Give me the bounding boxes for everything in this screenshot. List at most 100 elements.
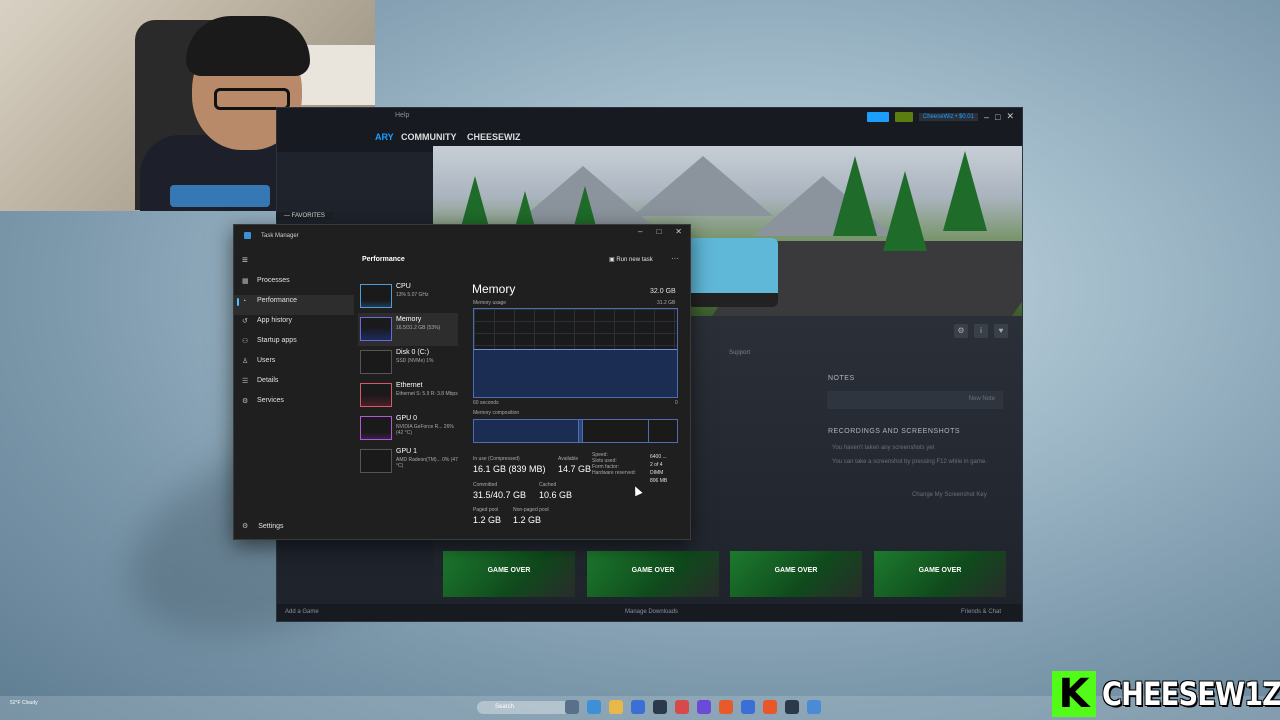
app-icon[interactable] xyxy=(763,700,777,714)
stat-value: 31.5/40.7 GB xyxy=(473,490,527,500)
steam-broadcast-button[interactable] xyxy=(866,111,889,122)
nav-item-app-history[interactable]: ↺ App history xyxy=(234,315,354,335)
hero-tree xyxy=(833,156,877,236)
new-note-button[interactable]: New Note xyxy=(969,396,995,402)
nav-item-label: Processes xyxy=(257,277,290,284)
steam-minimize-icon[interactable]: – xyxy=(984,112,989,122)
resource-thumbnail xyxy=(360,416,392,440)
app-icon[interactable] xyxy=(675,700,689,714)
stat-label: Paged pool xyxy=(473,507,499,513)
weather-widget[interactable]: 52°F Cloudy xyxy=(10,700,38,706)
resource-detail: SSD (NVMe) 1% xyxy=(396,358,434,364)
window-controls: – □ ✕ xyxy=(638,227,682,236)
store-icon[interactable] xyxy=(631,700,645,714)
favorites-label: — FAVORITES xyxy=(276,212,333,220)
stat-paged-pool: Paged pool 1.2 GB xyxy=(473,507,501,525)
resource-memory[interactable]: Memory 16.5/31.2 GB (53%) xyxy=(358,313,458,346)
memory-composition-bar xyxy=(473,419,678,443)
resource-thumbnail xyxy=(360,350,392,374)
nav-item-label: Startup apps xyxy=(257,337,297,344)
file-explorer-icon[interactable] xyxy=(609,700,623,714)
nav-item-performance[interactable]: ◔ Performance xyxy=(234,295,354,315)
taskbar-apps xyxy=(565,700,821,714)
stat-value: 1.2 GB xyxy=(513,515,542,525)
screenshot-caption: GAME OVER xyxy=(487,567,531,574)
steam-menu-help[interactable]: Help xyxy=(395,112,409,119)
details-icon: ☰ xyxy=(242,378,249,385)
task-manager-window: Task Manager – □ ✕ ≡ ▦ Processes ◔ Performa… xyxy=(233,224,691,540)
discord-icon[interactable] xyxy=(697,700,711,714)
screenshot-thumb[interactable]: GAME OVER xyxy=(443,551,575,597)
resource-disk-0-c-[interactable]: Disk 0 (C:) SSD (NVMe) 1% xyxy=(358,346,458,379)
memory-usage-label: Memory usage xyxy=(473,300,507,306)
resource-name: GPU 1 xyxy=(396,448,418,455)
screenshot-caption: GAME OVER xyxy=(631,567,675,574)
close-icon[interactable]: ✕ xyxy=(675,227,682,236)
resource-thumbnail xyxy=(360,449,392,473)
resource-ethernet[interactable]: Ethernet Ethernet S: 5.9 R: 3.8 Mbps xyxy=(358,379,458,412)
nav-item-startup-apps[interactable]: ⚇ Startup apps xyxy=(234,335,354,355)
steam-nav-library[interactable]: ARY xyxy=(375,132,394,142)
resource-detail: AMD Radeon(TM)... 0% (47 °C) xyxy=(396,457,458,469)
run-new-task-button[interactable]: ▣ Run new task xyxy=(609,256,653,263)
brave-icon[interactable] xyxy=(719,700,733,714)
steam-icon[interactable] xyxy=(785,700,799,714)
info-icon[interactable]: i xyxy=(974,324,988,338)
minimize-icon[interactable]: – xyxy=(638,227,642,236)
steam-taskbar-icon[interactable] xyxy=(653,700,667,714)
heart-icon[interactable]: ♥ xyxy=(994,324,1008,338)
task-view-icon[interactable] xyxy=(565,700,579,714)
steam-close-icon[interactable]: ✕ xyxy=(1006,111,1014,122)
stat-available: Available 14.7 GB xyxy=(558,456,591,474)
form-factor-value: DIMM xyxy=(650,470,664,476)
task-manager-taskbar-icon[interactable] xyxy=(807,700,821,714)
steam-notifications-button[interactable] xyxy=(894,111,913,122)
taskbar-search[interactable]: Search xyxy=(477,701,575,714)
friends-chat-button[interactable]: Friends & Chat xyxy=(961,609,1001,615)
stat-value: 16.1 GB (839 MB) xyxy=(473,464,546,474)
edge-icon[interactable] xyxy=(587,700,601,714)
gear-icon[interactable]: ⚙ xyxy=(954,324,968,338)
resource-cpu[interactable]: CPU 13% 5.07 GHz xyxy=(358,280,458,313)
steam-support-tab[interactable]: Support xyxy=(729,350,750,356)
nav-item-details[interactable]: ☰ Details xyxy=(234,375,354,395)
settings-label: Settings xyxy=(258,523,284,530)
resource-gpu-0[interactable]: GPU 0 NVIDIA GeForce R... 26% (42 °C) xyxy=(358,412,458,445)
screenshot-strip: GAME OVER GAME OVER GAME OVER GAME OVER xyxy=(443,551,1018,601)
steam-user-menu[interactable]: CheeseWiz • $0.01 xyxy=(918,112,978,121)
webcam-person-hair xyxy=(186,16,310,76)
stat-committed: Committed 31.5/40.7 GB xyxy=(473,482,526,500)
steam-maximize-icon[interactable]: □ xyxy=(995,112,1000,122)
add-game-button[interactable]: Add a Game xyxy=(285,609,319,615)
processes-icon: ▦ xyxy=(242,278,249,285)
nav-item-services[interactable]: ⚙ Services xyxy=(234,395,354,415)
resource-gpu-1[interactable]: GPU 1 AMD Radeon(TM)... 0% (47 °C) xyxy=(358,445,458,478)
more-options-icon[interactable]: ··· xyxy=(671,254,679,263)
window-title: Task Manager xyxy=(261,233,299,239)
nav-item-processes[interactable]: ▦ Processes xyxy=(234,275,354,295)
steam-footer: Add a Game Manage Downloads Friends & Ch… xyxy=(277,604,1022,621)
notes-box[interactable]: New Note xyxy=(827,391,1003,409)
steam-nav-profile[interactable]: CHEESEWIZ xyxy=(467,132,521,142)
change-screenshot-key-link[interactable]: Change My Screenshot Key xyxy=(912,492,987,498)
resource-thumbnail xyxy=(360,383,392,407)
stat-label: Cached xyxy=(539,482,557,488)
screenshot-thumb[interactable]: GAME OVER xyxy=(730,551,862,597)
screenshot-thumb[interactable]: GAME OVER xyxy=(587,551,719,597)
hamburger-menu-icon[interactable]: ≡ xyxy=(242,255,248,266)
app-icon[interactable] xyxy=(741,700,755,714)
notes-heading: NOTES xyxy=(828,375,855,382)
memory-heading: Memory xyxy=(472,282,516,296)
resource-list: CPU 13% 5.07 GHz Memory 16.5/31.2 GB (53%) D… xyxy=(358,280,458,478)
stat-label: Committed xyxy=(473,482,498,488)
nav-item-users[interactable]: ♙ Users xyxy=(234,355,354,375)
steam-nav-community[interactable]: COMMUNITY xyxy=(401,132,457,142)
screenshot-thumb[interactable]: GAME OVER xyxy=(874,551,1006,597)
manage-downloads-button[interactable]: Manage Downloads xyxy=(625,609,678,615)
maximize-icon[interactable]: □ xyxy=(656,227,661,236)
streamer-name: CHEESEW1Z xyxy=(1102,675,1280,713)
stat-label: In use (Compressed) xyxy=(473,456,520,462)
steam-game-actions: ⚙ i ♥ xyxy=(954,324,1008,338)
settings-button[interactable]: ⚙ Settings xyxy=(242,522,284,530)
composition-in-use xyxy=(474,420,579,442)
